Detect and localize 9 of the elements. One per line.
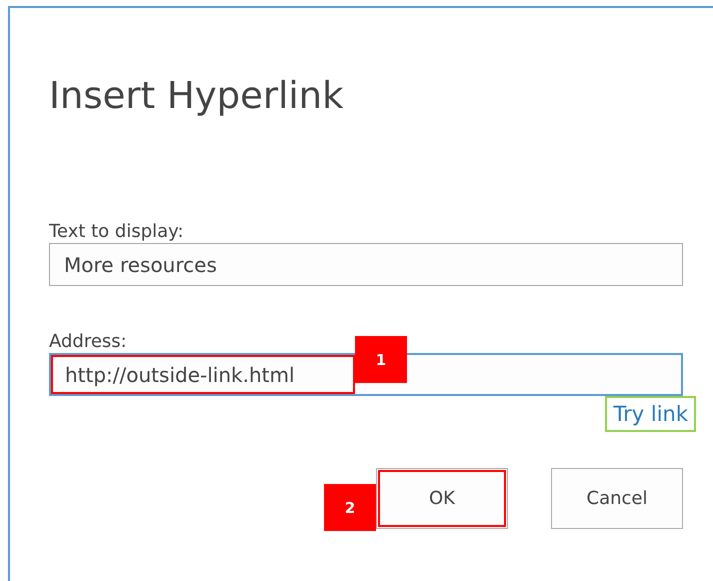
step-callout-tooltip: 2 <box>324 484 376 531</box>
dialog-button[interactable]: OK <box>376 468 508 529</box>
try-link[interactable]: Try link <box>605 396 696 432</box>
field-label: Address: <box>49 332 128 352</box>
field-label: Text to display: <box>49 222 185 242</box>
step-callout-tooltip: 1 <box>355 336 407 383</box>
dialog-button[interactable]: Cancel <box>551 468 683 529</box>
input-field[interactable]: More resources <box>49 243 683 286</box>
dialog-title: Insert Hyperlink <box>49 74 345 118</box>
